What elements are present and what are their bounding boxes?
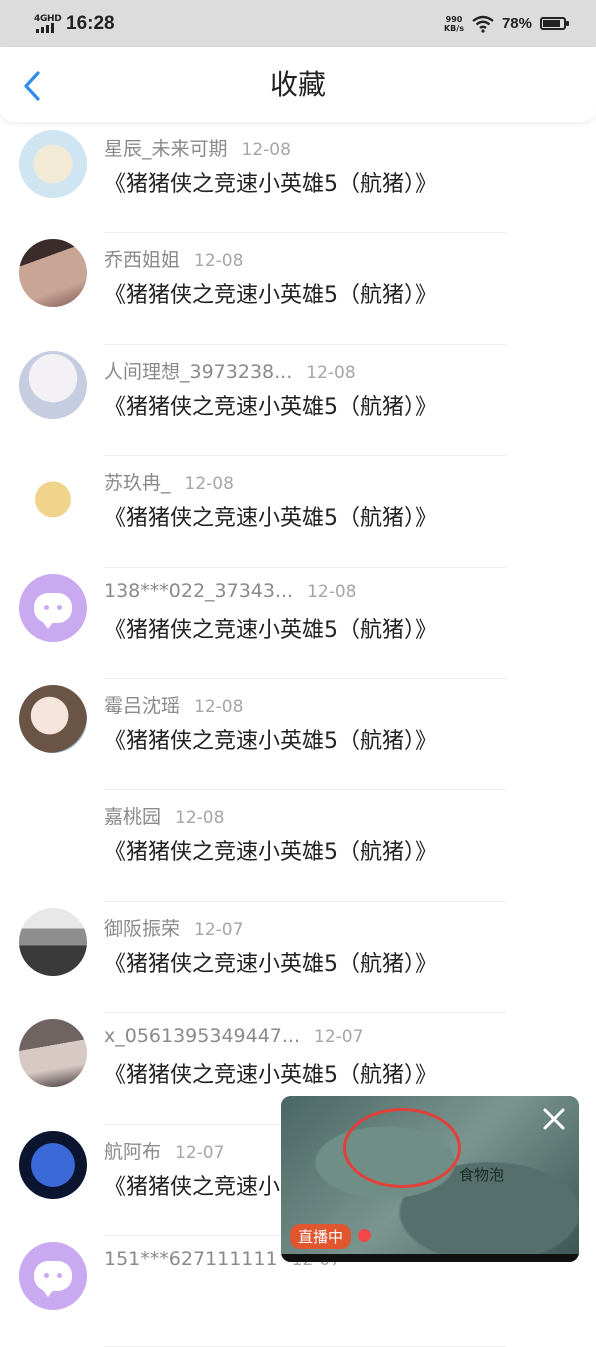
network-speed-unit: KB/s — [443, 23, 464, 33]
user-name: 人间理想_3973238... — [104, 360, 293, 383]
cellular-signal-icon: 4GHD — [34, 14, 62, 34]
item-date: 12-08 — [241, 140, 291, 160]
item-title: 《猪猪侠之竞速小英雄5（航猪）》 — [104, 506, 437, 532]
avatar[interactable] — [19, 796, 87, 864]
video-caption: 食物泡 — [459, 1166, 505, 1184]
item-meta: 星辰_未来可期 12-08 — [104, 134, 291, 161]
avatar[interactable] — [19, 239, 87, 308]
user-name: 151***627111111 — [104, 1247, 278, 1270]
item-title: 《猪猪侠之竞速小英雄5（航猪）》 — [104, 728, 437, 754]
network-speed: 990 KB/s — [444, 15, 464, 33]
avatar[interactable] — [19, 462, 87, 531]
user-name: 乔西姐姐 — [104, 249, 181, 272]
item-meta: 御阪振荣 12-07 — [104, 914, 243, 941]
item-meta: x_0561395349447... 12-07 — [104, 1025, 363, 1047]
user-name: 苏玖冉_ — [104, 472, 171, 495]
status-time: 16:28 — [66, 12, 115, 34]
list-item[interactable]: 霉吕沈瑶 12-08 《猪猪侠之竞速小英雄5（航猪）》 — [0, 679, 596, 791]
video-bottom-band — [281, 1254, 579, 1262]
list-item[interactable]: 138***022_37343... 12-08 《猪猪侠之竞速小英雄5（航猪）》 — [0, 568, 596, 679]
avatar[interactable] — [19, 130, 87, 198]
item-date: 12-08 — [307, 581, 357, 602]
avatar[interactable] — [19, 1241, 87, 1310]
user-name: 138***022_37343... — [104, 579, 294, 602]
item-date: 12-08 — [184, 474, 234, 495]
status-bar: 4GHD 16:28 990 KB/s 78% — [0, 0, 596, 47]
wifi-icon — [472, 15, 494, 33]
live-dot — [358, 1229, 371, 1242]
chat-bubble-icon — [34, 592, 72, 629]
close-icon[interactable] — [539, 1104, 569, 1134]
item-date: 12-08 — [194, 696, 244, 717]
item-meta: 霉吕沈瑶 12-08 — [104, 691, 243, 718]
highlight-circle — [343, 1108, 461, 1188]
avatar[interactable] — [19, 1130, 87, 1199]
item-date: 12-08 — [194, 251, 244, 272]
live-badge: 直播中 — [290, 1224, 352, 1249]
avatar[interactable] — [19, 907, 87, 976]
item-title: 《猪猪侠之竞速小英雄5（航猪）》 — [104, 172, 437, 197]
app-header: 收藏 — [0, 47, 596, 122]
item-meta: 航阿布 12-07 — [104, 1137, 224, 1164]
user-name: 御阪振荣 — [104, 917, 181, 940]
avatar[interactable] — [19, 1019, 87, 1088]
list-item[interactable]: 乔西姐姐 12-08 《猪猪侠之竞速小英雄5（航猪）》 — [0, 233, 596, 345]
network-speed-value: 990 — [445, 14, 463, 24]
item-title: 《猪猪侠之竞速小英雄5（航猪）》 — [104, 283, 437, 309]
item-date: 12-07 — [314, 1027, 364, 1048]
user-name: 航阿布 — [104, 1140, 162, 1163]
item-date: 12-07 — [194, 919, 244, 940]
item-date: 12-07 — [175, 1142, 225, 1163]
item-meta: 138***022_37343... 12-08 — [104, 580, 357, 602]
item-title: 《猪猪侠之竞速小英雄5（航猪）》 — [104, 617, 437, 643]
user-name: 霉吕沈瑶 — [104, 694, 181, 717]
item-date: 12-08 — [175, 808, 225, 829]
avatar[interactable] — [19, 573, 87, 642]
list-item[interactable]: 苏玖冉_ 12-08 《猪猪侠之竞速小英雄5（航猪）》 — [0, 456, 596, 568]
avatar[interactable] — [19, 350, 87, 419]
user-name: 星辰_未来可期 — [104, 138, 228, 160]
list-item[interactable]: 御阪振荣 12-07 《猪猪侠之竞速小英雄5（航猪）》 — [0, 902, 596, 1014]
item-title: 《猪猪侠之竞速小英雄5（航猪）》 — [104, 394, 437, 420]
user-name: 嘉桃园 — [104, 806, 162, 829]
item-title: 《猪猪侠之竞速小英雄5（航猪）》 — [104, 951, 437, 977]
battery-icon — [540, 17, 569, 30]
chat-bubble-icon — [34, 1260, 72, 1297]
item-title: 《猪猪侠之竞速小英雄5（航猪）》 — [104, 1063, 437, 1089]
item-date: 12-08 — [306, 362, 356, 383]
avatar[interactable] — [19, 684, 87, 753]
battery-percent: 78% — [501, 15, 532, 32]
page-title: 收藏 — [269, 68, 326, 101]
list-item[interactable]: 星辰_未来可期 12-08 《猪猪侠之竞速小英雄5（航猪）》 — [0, 122, 596, 234]
item-meta: 苏玖冉_ 12-08 — [104, 468, 234, 495]
list-item[interactable]: 嘉桃园 12-08 《猪猪侠之竞速小英雄5（航猪）》 — [0, 790, 596, 902]
item-meta: 乔西姐姐 12-08 — [104, 245, 243, 272]
floating-live-video[interactable]: 食物泡 直播中 — [281, 1096, 579, 1262]
item-title: 《猪猪侠之竞速小英雄5（航猪）》 — [104, 840, 437, 866]
item-meta: 人间理想_3973238... 12-08 — [104, 357, 356, 384]
item-meta: 嘉桃园 12-08 — [104, 802, 224, 829]
list-item[interactable]: 人间理想_3973238... 12-08 《猪猪侠之竞速小英雄5（航猪）》 — [0, 345, 596, 457]
user-name: x_0561395349447... — [104, 1025, 301, 1048]
